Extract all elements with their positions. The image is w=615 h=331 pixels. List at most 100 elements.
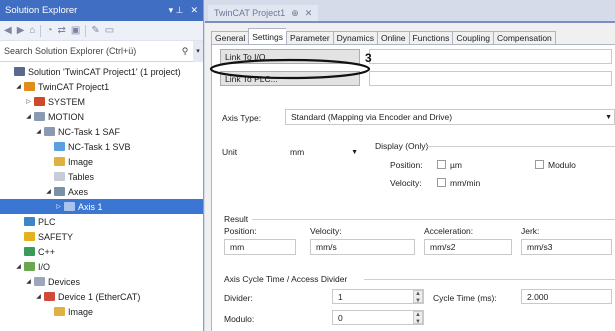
tree-item[interactable]: NC-Task 1 SVB bbox=[0, 139, 203, 154]
divider-label: Divider: bbox=[224, 293, 253, 303]
tab-settings[interactable]: Settings bbox=[248, 28, 286, 45]
collapse-all-icon[interactable]: ▣ bbox=[71, 25, 80, 36]
tables-icon bbox=[54, 172, 65, 181]
tree-item[interactable]: ▷ Axis 1 bbox=[0, 199, 203, 214]
display-group-line bbox=[426, 146, 615, 147]
properties-icon[interactable]: ✎ bbox=[91, 25, 99, 36]
tree-item[interactable]: ◢ MOTION bbox=[0, 109, 203, 124]
tab-compensation[interactable]: Compensation bbox=[492, 31, 556, 45]
axis-type-select[interactable]: Standard (Mapping via Encoder and Drive)… bbox=[285, 109, 615, 125]
cycle-modulo-input[interactable]: 0 bbox=[332, 310, 424, 325]
back-icon[interactable]: ◀ bbox=[4, 25, 12, 36]
close-tab-icon[interactable]: ✕ bbox=[305, 8, 313, 19]
project-icon bbox=[24, 82, 35, 91]
modulo-checkbox-label: Modulo bbox=[548, 160, 576, 170]
link-plc-field[interactable] bbox=[369, 71, 612, 86]
home-icon[interactable]: ⌂ bbox=[29, 25, 35, 36]
tree-item[interactable]: PLC bbox=[0, 214, 203, 229]
tree-item[interactable]: ◢ Axes bbox=[0, 184, 203, 199]
tree-item-label: SAFETY bbox=[38, 231, 74, 242]
modulo-checkbox[interactable] bbox=[535, 160, 544, 169]
collapse-icon[interactable]: ◢ bbox=[14, 263, 23, 270]
cycle-modulo-value: 0 bbox=[338, 312, 343, 323]
tree-item-label: Image bbox=[68, 156, 94, 167]
unit-select[interactable]: mm ▼ bbox=[285, 144, 360, 160]
forward-icon[interactable]: ▶ bbox=[17, 25, 25, 36]
tab-dynamics[interactable]: Dynamics bbox=[332, 31, 377, 45]
result-position-header: Position: bbox=[224, 226, 257, 236]
collapse-icon[interactable]: ◢ bbox=[14, 83, 23, 90]
axis-type-label: Axis Type: bbox=[222, 113, 262, 123]
result-position-value: mm bbox=[230, 242, 245, 252]
cycle-group-line bbox=[364, 279, 615, 280]
document-area: TwinCAT Project1 ⊕ ✕ General Settings Para… bbox=[205, 0, 615, 331]
result-acceleration-value: mm/s2 bbox=[430, 242, 456, 252]
pending-changes-icon[interactable]: ◔ bbox=[46, 25, 52, 36]
tree-item[interactable]: ◢ TwinCAT Project1 bbox=[0, 79, 203, 94]
tree-item-label: Solution 'TwinCAT Project1' (1 project) bbox=[28, 66, 181, 77]
tree-item[interactable]: ◢ Device 1 (EtherCAT) bbox=[0, 289, 203, 304]
result-velocity-value: mm/s bbox=[316, 242, 337, 252]
collapse-icon[interactable]: ◢ bbox=[34, 128, 43, 135]
tab-general[interactable]: General bbox=[211, 31, 249, 45]
link-to-plc-button[interactable]: Link To PLC... bbox=[220, 71, 360, 86]
tab-parameter[interactable]: Parameter bbox=[285, 31, 333, 45]
solution-explorer-panel: Solution Explorer ▾ ⊥ ✕ ◀ ▶ ⌂ ◔ ⇄ ▣ ✎ ▭ … bbox=[0, 0, 204, 331]
axis-tab-bar: General Settings Parameter Dynamics Online Fu… bbox=[211, 28, 556, 45]
link-io-field[interactable] bbox=[369, 49, 612, 64]
result-jerk-value: mm/s3 bbox=[527, 242, 553, 252]
cycle-time-value: 2.000 bbox=[527, 291, 549, 302]
collapse-icon[interactable]: ◢ bbox=[44, 188, 53, 195]
sync-icon[interactable]: ⇄ bbox=[58, 25, 66, 36]
result-jerk-header: Jerk: bbox=[521, 226, 540, 236]
document-tab-title: TwinCAT Project1 bbox=[214, 8, 286, 18]
result-jerk-field: mm/s3 bbox=[521, 239, 612, 255]
tree-item[interactable]: Tables bbox=[0, 169, 203, 184]
tree-item[interactable]: ◢ NC-Task 1 SAF bbox=[0, 124, 203, 139]
preview-icon[interactable]: ▭ bbox=[105, 25, 114, 36]
task-icon bbox=[44, 127, 55, 136]
close-icon[interactable]: ✕ bbox=[190, 5, 198, 16]
search-input[interactable]: Search Solution Explorer (Ctrl+ü) bbox=[4, 46, 177, 56]
tree-item[interactable]: Image bbox=[0, 304, 203, 319]
display-group-label: Display (Only) bbox=[375, 141, 429, 151]
pin-tab-icon[interactable]: ⊕ bbox=[291, 8, 299, 19]
expand-icon[interactable]: ▷ bbox=[54, 203, 63, 210]
solution-explorer-search[interactable]: Search Solution Explorer (Ctrl+ü) ⚲ ▾ bbox=[0, 40, 203, 62]
tree-item[interactable]: C++ bbox=[0, 244, 203, 259]
solution-tree: Solution 'TwinCAT Project1' (1 project) ◢… bbox=[0, 62, 203, 319]
tab-coupling[interactable]: Coupling bbox=[452, 31, 493, 45]
mmmin-label: mm/min bbox=[450, 178, 481, 188]
result-acceleration-field: mm/s2 bbox=[424, 239, 512, 255]
pin-icon[interactable]: ▾ ⊥ bbox=[169, 5, 184, 16]
collapse-icon[interactable]: ◢ bbox=[34, 293, 43, 300]
tree-item-label: Tables bbox=[68, 171, 95, 182]
expand-icon[interactable]: ▷ bbox=[24, 98, 33, 105]
tree-item-label: Axes bbox=[68, 186, 89, 197]
solution-explorer-titlebar: Solution Explorer ▾ ⊥ ✕ bbox=[0, 0, 203, 21]
collapse-icon[interactable]: ◢ bbox=[24, 113, 33, 120]
display-position-label: Position: bbox=[390, 160, 423, 170]
tree-item[interactable]: Image bbox=[0, 154, 203, 169]
collapse-icon[interactable]: ◢ bbox=[24, 278, 33, 285]
tab-online[interactable]: Online bbox=[376, 31, 409, 45]
tree-item[interactable]: ◢ I/O bbox=[0, 259, 203, 274]
settings-panel: Link To I/O... Link To PLC... Axis Type:… bbox=[211, 44, 615, 331]
mmmin-checkbox[interactable] bbox=[437, 178, 446, 187]
tab-functions[interactable]: Functions bbox=[408, 31, 453, 45]
divider-spinner[interactable]: ▲ ▼ bbox=[413, 290, 423, 304]
tree-item-label: NC-Task 1 SAF bbox=[58, 126, 121, 137]
link-to-io-button[interactable]: Link To I/O... bbox=[220, 49, 360, 64]
tree-item-label: MOTION bbox=[48, 111, 84, 122]
document-tab[interactable]: TwinCAT Project1 ⊕ ✕ bbox=[208, 5, 319, 21]
tree-item[interactable]: ▷ SYSTEM bbox=[0, 94, 203, 109]
tree-item[interactable]: SAFETY bbox=[0, 229, 203, 244]
search-options-dropdown-icon[interactable]: ▾ bbox=[193, 40, 203, 62]
tree-item[interactable]: Solution 'TwinCAT Project1' (1 project) bbox=[0, 64, 203, 79]
cycle-modulo-spinner[interactable]: ▲ ▼ bbox=[413, 311, 423, 325]
chevron-down-icon: ▼ bbox=[605, 113, 612, 121]
search-icon[interactable]: ⚲ bbox=[177, 46, 193, 57]
um-checkbox[interactable] bbox=[437, 160, 446, 169]
tree-item[interactable]: ◢ Devices bbox=[0, 274, 203, 289]
divider-input[interactable]: 1 bbox=[332, 289, 424, 304]
